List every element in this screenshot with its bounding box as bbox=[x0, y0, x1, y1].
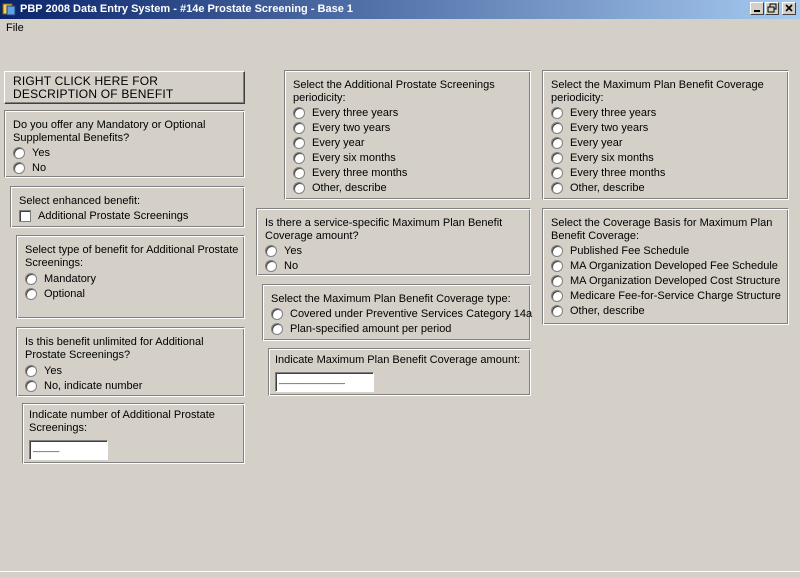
radio-medicare-ffs[interactable]: Medicare Fee-for-Service Charge Structur… bbox=[551, 290, 781, 305]
status-bar bbox=[0, 571, 800, 577]
window-title: PBP 2008 Data Entry System - #14e Prosta… bbox=[20, 3, 354, 15]
radio-button[interactable] bbox=[25, 288, 37, 301]
mandatory-optional-group: Do you offer any Mandatory or Optional S… bbox=[4, 110, 245, 178]
radio-button[interactable] bbox=[13, 162, 25, 175]
radio-service-max-yes[interactable]: Yes bbox=[265, 245, 302, 260]
radio-button[interactable] bbox=[293, 152, 305, 165]
service-specific-max-question: Is there a service-specific Maximum Plan… bbox=[265, 217, 503, 242]
radio-button[interactable] bbox=[551, 122, 563, 135]
checkbox-additional-screenings[interactable]: Additional Prostate Screenings bbox=[19, 210, 188, 225]
menu-file[interactable]: File bbox=[6, 22, 24, 34]
radio-button[interactable] bbox=[551, 290, 563, 303]
radio-max-six-months[interactable]: Every six months bbox=[551, 152, 654, 167]
radio-screen-other[interactable]: Other, describe bbox=[293, 182, 387, 197]
radio-mandatory[interactable]: Mandatory bbox=[25, 273, 96, 288]
radio-service-max-no[interactable]: No bbox=[265, 260, 298, 275]
radio-button[interactable] bbox=[13, 147, 25, 160]
max-periodicity-group: Select the Maximum Plan Benefit Coverage… bbox=[542, 70, 789, 200]
radio-screen-every-year[interactable]: Every year bbox=[293, 137, 365, 152]
unlimited-group: Is this benefit unlimited for Additional… bbox=[16, 327, 245, 397]
radio-max-three-years[interactable]: Every three years bbox=[551, 107, 656, 122]
checkbox[interactable] bbox=[19, 210, 31, 223]
radio-button[interactable] bbox=[293, 167, 305, 180]
screening-periodicity-group: Select the Additional Prostate Screening… bbox=[284, 70, 531, 200]
benefit-type-question: Select type of benefit for Additional Pr… bbox=[25, 244, 239, 269]
radio-button[interactable] bbox=[551, 152, 563, 165]
radio-button[interactable] bbox=[271, 308, 283, 321]
radio-screen-six-months[interactable]: Every six months bbox=[293, 152, 396, 167]
radio-mandatory-yes[interactable]: Yes bbox=[13, 147, 50, 162]
radio-button[interactable] bbox=[271, 323, 283, 336]
coverage-basis-group: Select the Coverage Basis for Maximum Pl… bbox=[542, 208, 789, 325]
max-coverage-amount-input[interactable]: __________ bbox=[275, 372, 374, 392]
radio-button[interactable] bbox=[293, 107, 305, 120]
radio-button[interactable] bbox=[551, 260, 563, 273]
radio-button[interactable] bbox=[293, 182, 305, 195]
coverage-basis-question: Select the Coverage Basis for Maximum Pl… bbox=[551, 217, 773, 242]
number-screenings-group: Indicate number of Additional Prostate S… bbox=[22, 403, 245, 464]
radio-button[interactable] bbox=[551, 275, 563, 288]
radio-unlimited-yes[interactable]: Yes bbox=[25, 365, 62, 380]
radio-screen-three-months[interactable]: Every three months bbox=[293, 167, 407, 182]
radio-button[interactable] bbox=[25, 365, 37, 378]
radio-screen-three-years[interactable]: Every three years bbox=[293, 107, 398, 122]
radio-basis-other[interactable]: Other, describe bbox=[551, 305, 645, 320]
minimize-icon bbox=[754, 10, 760, 12]
restore-button[interactable] bbox=[765, 2, 779, 15]
max-periodicity-question: Select the Maximum Plan Benefit Coverage… bbox=[551, 79, 764, 104]
max-coverage-amount-question: Indicate Maximum Plan Benefit Coverage a… bbox=[275, 354, 521, 366]
radio-button[interactable] bbox=[551, 107, 563, 120]
max-coverage-type-group: Select the Maximum Plan Benefit Coverage… bbox=[262, 284, 532, 341]
radio-screen-two-years[interactable]: Every two years bbox=[293, 122, 390, 137]
unlimited-question: Is this benefit unlimited for Additional… bbox=[25, 336, 204, 361]
radio-ma-cost-structure[interactable]: MA Organization Developed Cost Structure bbox=[551, 275, 780, 290]
close-icon bbox=[785, 4, 793, 12]
radio-optional[interactable]: Optional bbox=[25, 288, 85, 303]
radio-button[interactable] bbox=[551, 305, 563, 318]
radio-button[interactable] bbox=[551, 167, 563, 180]
radio-mandatory-no[interactable]: No bbox=[13, 162, 46, 177]
enhanced-benefit-group: Select enhanced benefit: Additional Pros… bbox=[10, 186, 245, 228]
radio-ma-fee-schedule[interactable]: MA Organization Developed Fee Schedule bbox=[551, 260, 778, 275]
radio-covered-14a[interactable]: Covered under Preventive Services Catego… bbox=[271, 308, 532, 323]
app-icon bbox=[2, 3, 16, 16]
service-specific-max-group: Is there a service-specific Maximum Plan… bbox=[256, 208, 531, 276]
radio-button[interactable] bbox=[293, 137, 305, 150]
radio-unlimited-no[interactable]: No, indicate number bbox=[25, 380, 142, 395]
radio-button[interactable] bbox=[551, 182, 563, 195]
minimize-button[interactable] bbox=[750, 2, 764, 15]
number-screenings-input[interactable]: ____ bbox=[29, 440, 108, 460]
menu-bar: File bbox=[0, 19, 800, 39]
description-button[interactable]: RIGHT CLICK HERE FOR DESCRIPTION OF BENE… bbox=[4, 71, 245, 104]
radio-max-three-months[interactable]: Every three months bbox=[551, 167, 665, 182]
radio-button[interactable] bbox=[25, 273, 37, 286]
radio-max-other[interactable]: Other, describe bbox=[551, 182, 645, 197]
restore-icon bbox=[767, 3, 777, 13]
enhanced-benefit-question: Select enhanced benefit: bbox=[19, 195, 141, 207]
mandatory-optional-question: Do you offer any Mandatory or Optional S… bbox=[13, 119, 206, 144]
radio-published-fee[interactable]: Published Fee Schedule bbox=[551, 245, 689, 260]
benefit-type-group: Select type of benefit for Additional Pr… bbox=[16, 235, 245, 319]
max-coverage-type-question: Select the Maximum Plan Benefit Coverage… bbox=[271, 293, 511, 305]
screening-periodicity-question: Select the Additional Prostate Screening… bbox=[293, 79, 495, 104]
radio-button[interactable] bbox=[293, 122, 305, 135]
radio-button[interactable] bbox=[265, 245, 277, 258]
radio-button[interactable] bbox=[551, 137, 563, 150]
radio-plan-specified[interactable]: Plan-specified amount per period bbox=[271, 323, 451, 338]
title-bar: PBP 2008 Data Entry System - #14e Prosta… bbox=[0, 0, 800, 19]
radio-button[interactable] bbox=[551, 245, 563, 258]
close-button[interactable] bbox=[782, 2, 796, 15]
number-screenings-question: Indicate number of Additional Prostate S… bbox=[29, 409, 215, 434]
radio-button[interactable] bbox=[25, 380, 37, 393]
radio-max-every-year[interactable]: Every year bbox=[551, 137, 623, 152]
radio-button[interactable] bbox=[265, 260, 277, 273]
radio-max-two-years[interactable]: Every two years bbox=[551, 122, 648, 137]
max-coverage-amount-group: Indicate Maximum Plan Benefit Coverage a… bbox=[268, 348, 531, 396]
